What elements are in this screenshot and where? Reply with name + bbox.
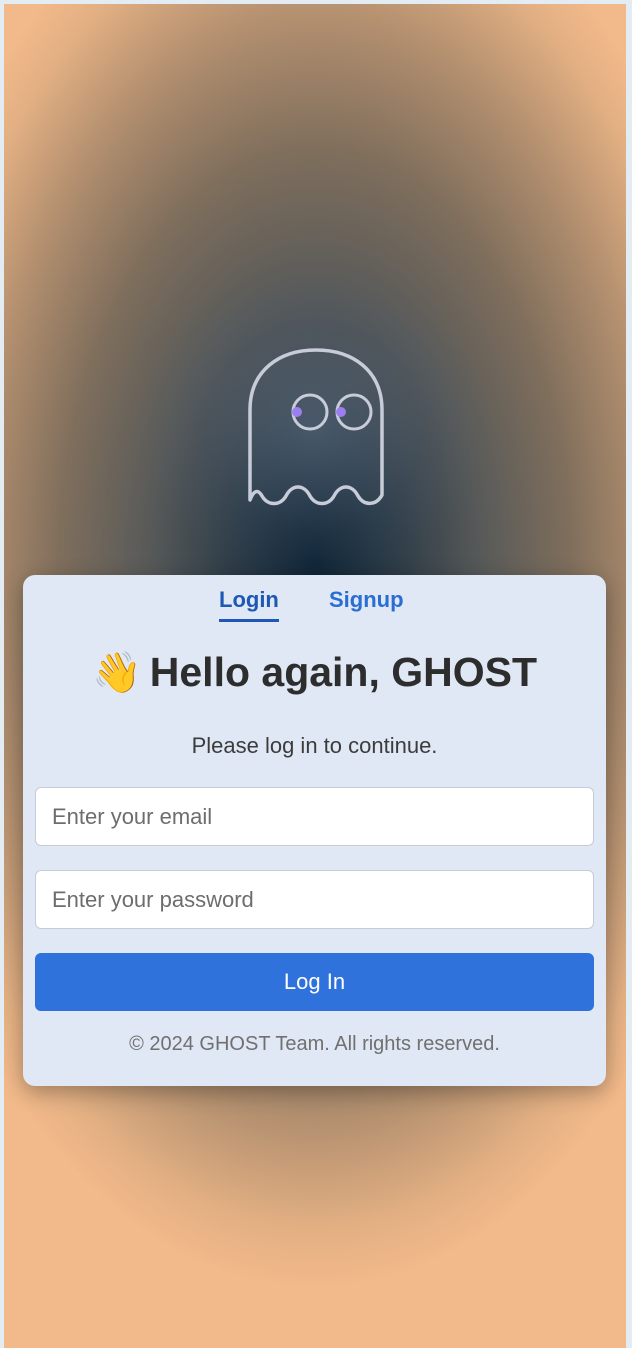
page-title-text: Hello again, GHOST [149,649,538,695]
copyright-footer: © 2024 GHOST Team. All rights reserved. [129,1033,500,1055]
email-field[interactable] [35,787,594,846]
app-background: Login Signup 👋 Hello again, GHOST Please … [4,4,626,1348]
password-field[interactable] [35,870,594,929]
login-button[interactable]: Log In [35,953,594,1011]
login-subtitle: Please log in to continue. [191,733,438,758]
ghost-logo-icon [248,348,384,506]
tab-signup[interactable]: Signup [329,587,404,619]
login-card: Login Signup 👋 Hello again, GHOST Please … [23,575,606,1086]
auth-tabs: Login Signup [23,587,606,623]
page-title: 👋 Hello again, GHOST [23,649,606,696]
tab-login[interactable]: Login [219,587,279,622]
waving-hand-icon: 👋 [91,651,142,695]
